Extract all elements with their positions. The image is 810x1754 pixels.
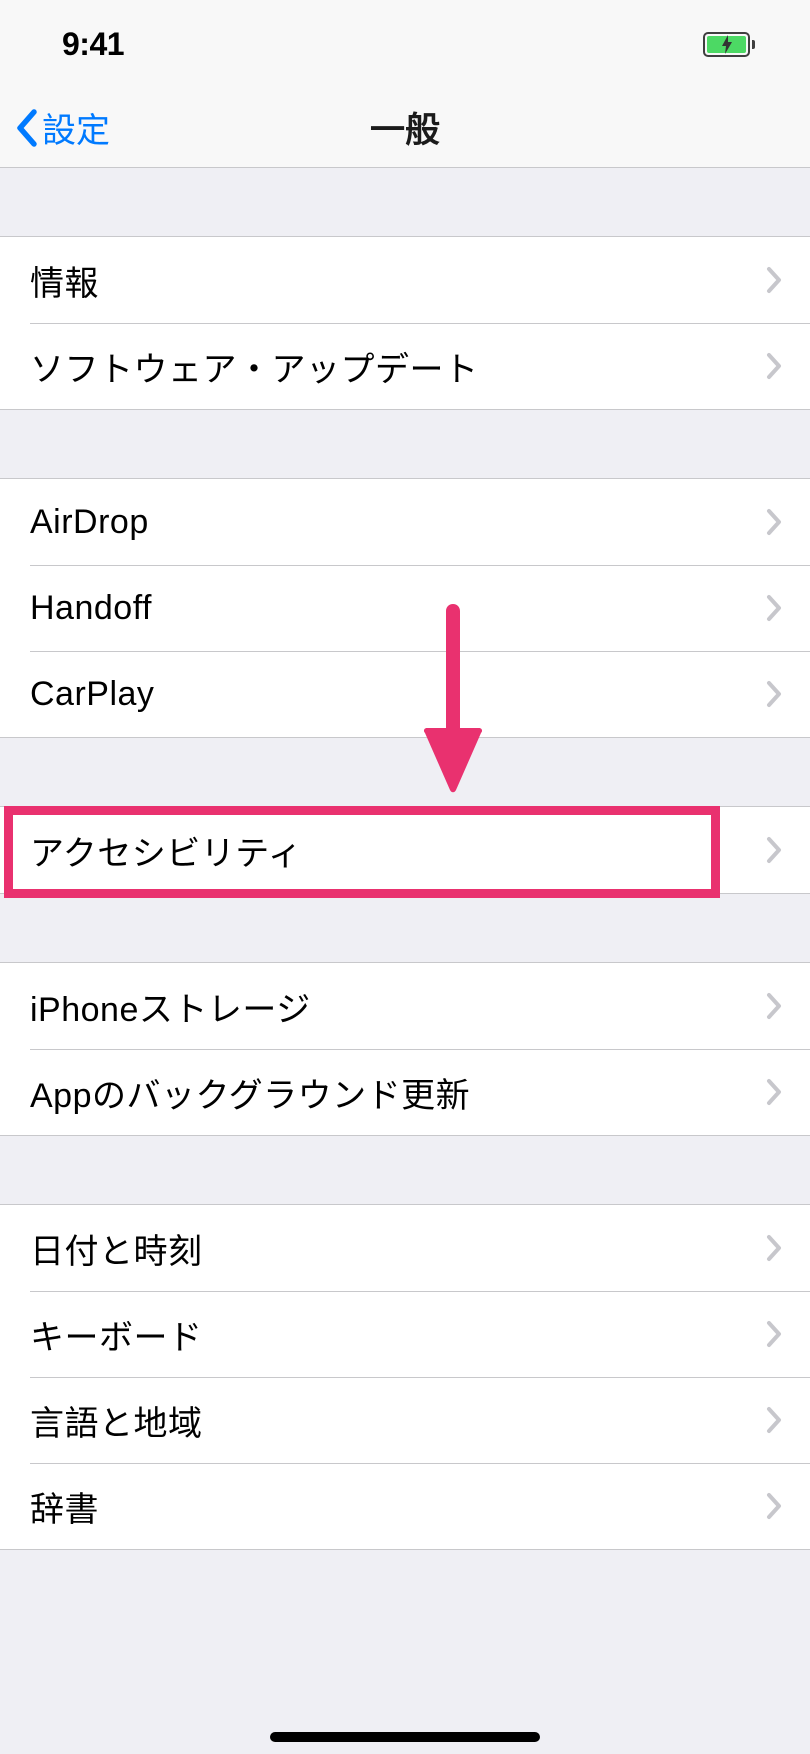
- row-label: キーボード: [30, 1310, 203, 1359]
- row-label: CarPlay: [30, 675, 154, 714]
- chevron-right-icon: [766, 508, 782, 536]
- group-spacer: [0, 894, 810, 962]
- chevron-right-icon: [766, 1234, 782, 1262]
- row-accessibility[interactable]: アクセシビリティ: [0, 807, 810, 893]
- chevron-right-icon: [766, 594, 782, 622]
- settings-group-4: iPhoneストレージ Appのバックグラウンド更新: [0, 962, 810, 1136]
- settings-group-1: 情報 ソフトウェア・アップデート: [0, 236, 810, 410]
- row-label: ソフトウェア・アップデート: [30, 342, 479, 391]
- row-label: Appのバックグラウンド更新: [30, 1068, 470, 1117]
- page-title: 一般: [370, 102, 440, 153]
- row-airdrop[interactable]: AirDrop: [0, 479, 810, 565]
- row-label: AirDrop: [30, 503, 149, 542]
- group-spacer: [0, 1136, 810, 1204]
- row-handoff[interactable]: Handoff: [0, 565, 810, 651]
- row-keyboard[interactable]: キーボード: [0, 1291, 810, 1377]
- row-about[interactable]: 情報: [0, 237, 810, 323]
- row-label: 言語と地域: [30, 1396, 203, 1445]
- group-spacer: [0, 168, 810, 236]
- settings-content[interactable]: 情報 ソフトウェア・アップデート AirDrop Handoff CarPlay…: [0, 168, 810, 1754]
- row-dictionary[interactable]: 辞書: [0, 1463, 810, 1549]
- status-bar: 9:41: [0, 0, 810, 88]
- battery-charging-icon: [720, 35, 734, 54]
- status-time: 9:41: [62, 26, 124, 63]
- home-indicator[interactable]: [270, 1732, 540, 1742]
- battery-indicator: [703, 32, 755, 57]
- row-language-region[interactable]: 言語と地域: [0, 1377, 810, 1463]
- navigation-bar: 設定 一般: [0, 88, 810, 168]
- row-label: 情報: [30, 256, 99, 305]
- row-label: iPhoneストレージ: [30, 982, 311, 1031]
- chevron-right-icon: [766, 1492, 782, 1520]
- chevron-left-icon: [14, 108, 38, 148]
- chevron-right-icon: [766, 836, 782, 864]
- settings-group-2: AirDrop Handoff CarPlay: [0, 478, 810, 738]
- chevron-right-icon: [766, 680, 782, 708]
- settings-group-3: アクセシビリティ: [0, 806, 810, 894]
- group-spacer: [0, 738, 810, 806]
- row-date-time[interactable]: 日付と時刻: [0, 1205, 810, 1291]
- row-label: 日付と時刻: [30, 1224, 203, 1273]
- row-label: Handoff: [30, 589, 152, 628]
- chevron-right-icon: [766, 1078, 782, 1106]
- row-label: 辞書: [30, 1482, 99, 1531]
- row-carplay[interactable]: CarPlay: [0, 651, 810, 737]
- row-iphone-storage[interactable]: iPhoneストレージ: [0, 963, 810, 1049]
- chevron-right-icon: [766, 1406, 782, 1434]
- back-label: 設定: [42, 103, 110, 152]
- group-spacer: [0, 410, 810, 478]
- chevron-right-icon: [766, 992, 782, 1020]
- chevron-right-icon: [766, 266, 782, 294]
- back-button[interactable]: 設定: [0, 88, 110, 167]
- row-background-app-refresh[interactable]: Appのバックグラウンド更新: [0, 1049, 810, 1135]
- settings-group-5: 日付と時刻 キーボード 言語と地域 辞書: [0, 1204, 810, 1550]
- chevron-right-icon: [766, 1320, 782, 1348]
- row-software-update[interactable]: ソフトウェア・アップデート: [0, 323, 810, 409]
- row-label: アクセシビリティ: [30, 826, 302, 875]
- chevron-right-icon: [766, 352, 782, 380]
